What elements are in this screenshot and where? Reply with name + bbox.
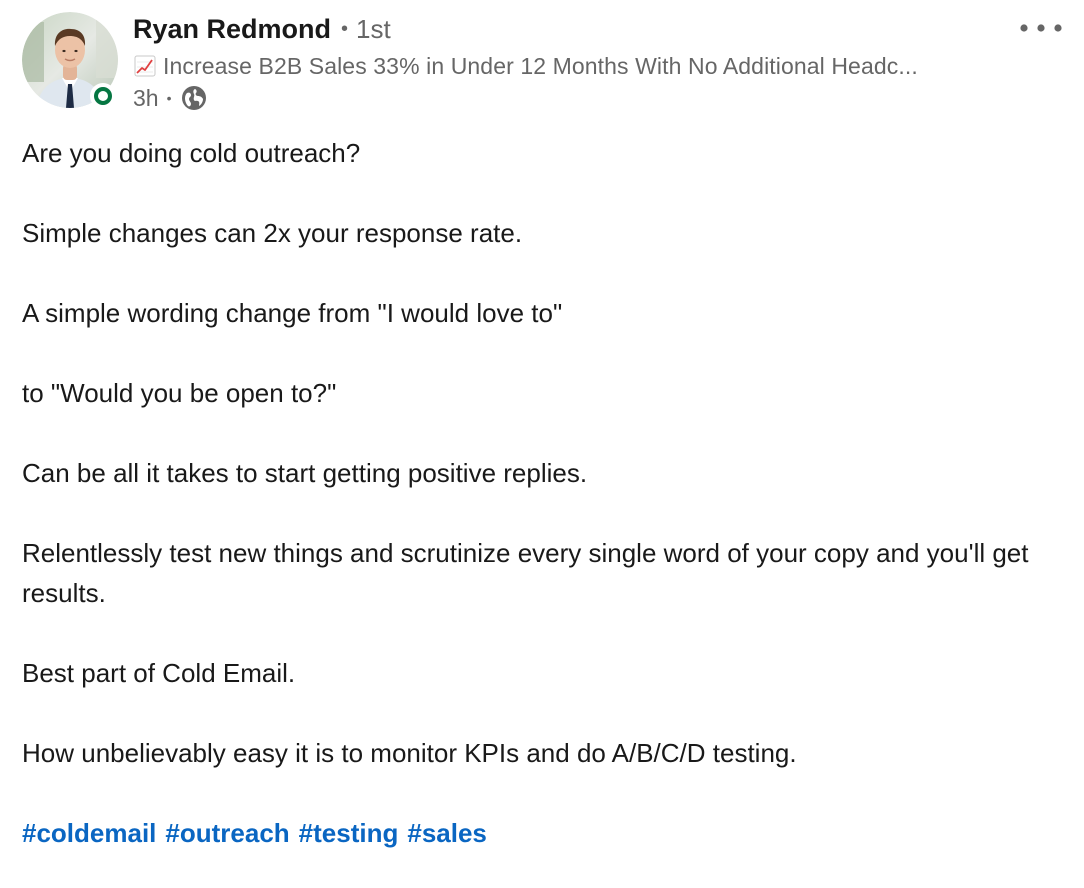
author-name-line: Ryan Redmond • 1st [133,14,1013,50]
separator-dot: • [341,18,349,40]
post-paragraph: A simple wording change from "I would lo… [22,298,563,328]
post-paragraph: Best part of Cold Email. [22,658,296,688]
post-meta-line: 3h • [133,82,1013,114]
post-paragraph: Are you doing cold outreach? [22,138,361,168]
post-paragraph: Relentlessly test new things and scrutin… [22,538,1029,608]
hashtag-list: #coldemail #outreach #testing #sales [22,813,1062,853]
post-paragraph: Simple changes can 2x your response rate… [22,218,523,248]
post-body: Are you doing cold outreach? Simple chan… [22,133,1062,888]
online-status-indicator [90,83,116,109]
author-avatar-wrapper[interactable] [22,12,118,109]
hashtag-link[interactable]: #outreach [165,818,289,848]
hashtag-link[interactable]: #sales [407,818,487,848]
connection-degree: 1st [356,14,391,44]
hashtag-link[interactable]: #testing [299,818,399,848]
post-paragraph: How unbelievably easy it is to monitor K… [22,738,797,768]
post-timestamp[interactable]: 3h [133,85,159,112]
more-options-button[interactable] [1012,8,1070,48]
feed-post: Ryan Redmond • 1st Increase B2B Sales 33… [0,0,1084,888]
post-paragraph: to "Would you be open to?" [22,378,337,408]
globe-icon [181,86,206,110]
hashtag-link[interactable]: #coldemail [22,818,156,848]
ellipsis-icon [1020,24,1062,32]
meta-separator-dot: • [166,90,172,106]
author-headline: Increase B2B Sales 33% in Under 12 Month… [163,52,918,79]
author-name[interactable]: Ryan Redmond [133,14,331,45]
chart-increasing-emoji-icon [134,55,156,77]
post-header: Ryan Redmond • 1st Increase B2B Sales 33… [133,14,1013,114]
author-headline-line: Increase B2B Sales 33% in Under 12 Month… [133,50,1013,82]
post-paragraph: Can be all it takes to start getting pos… [22,458,588,488]
